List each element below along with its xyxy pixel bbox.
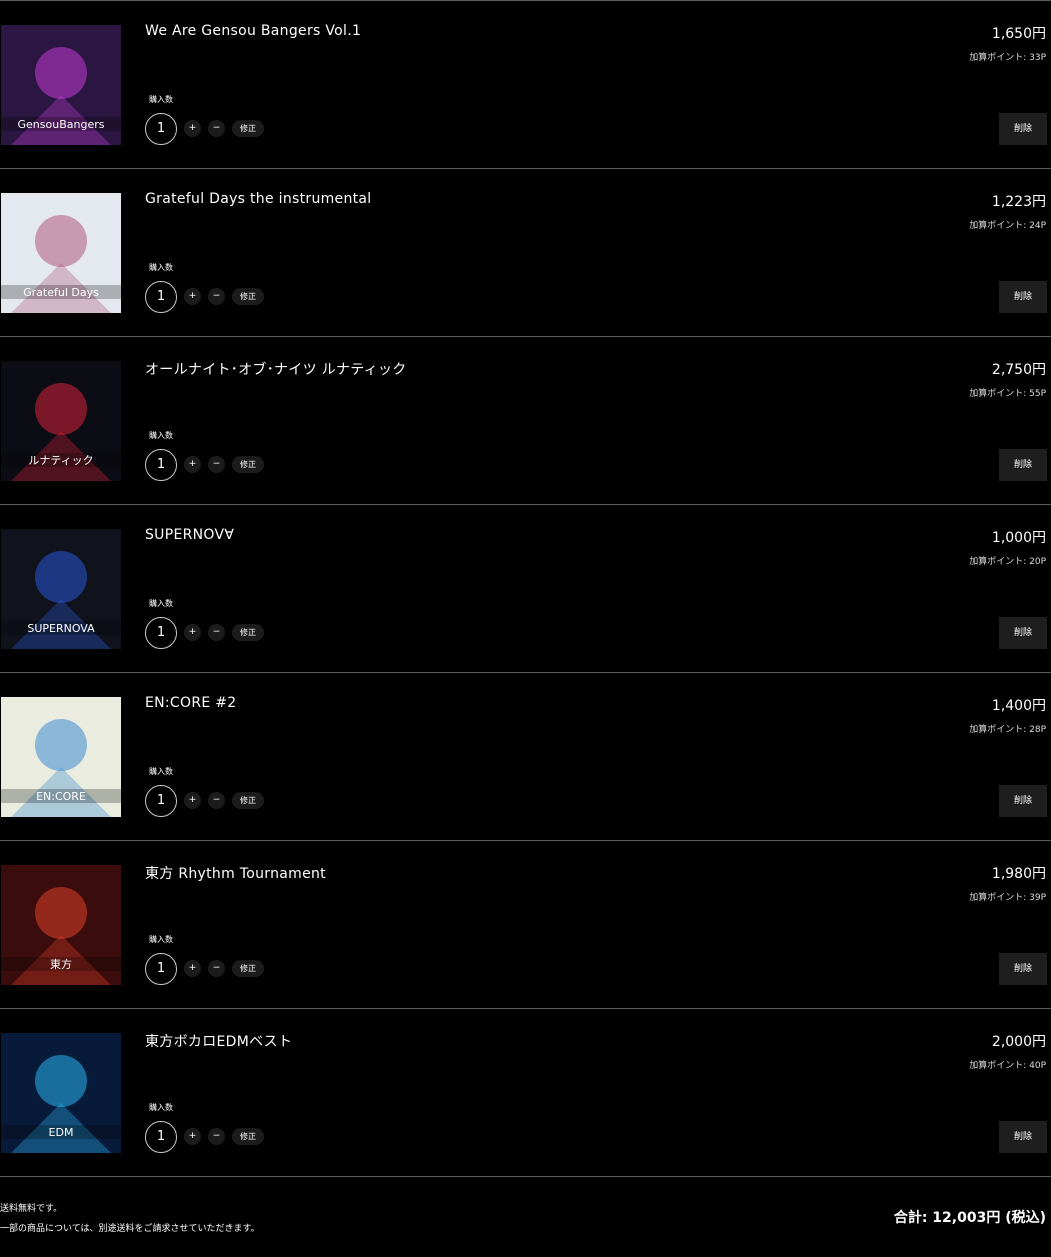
delete-item-button[interactable]: 削除 [999, 785, 1047, 817]
album-cover-text: GensouBangers [18, 118, 105, 131]
album-cover-art: SUPERNOVA [1, 529, 121, 649]
quantity-increase-button[interactable]: + [184, 960, 201, 977]
quantity-increase-button[interactable]: + [184, 792, 201, 809]
cart-item: 東方 東方 Rhythm Tournament 1,980円 加算ポイント: 3… [0, 841, 1051, 1009]
reward-points: 加算ポイント: 39P [969, 893, 1046, 903]
product-title[interactable]: Grateful Days the instrumental [145, 191, 372, 207]
cart-item: Grateful Days Grateful Days the instrume… [0, 169, 1051, 337]
update-quantity-button[interactable]: 修正 [232, 792, 264, 809]
reward-points: 加算ポイント: 24P [969, 221, 1046, 231]
album-cover-text: SUPERNOVA [27, 622, 95, 635]
product-price: 2,000円 [991, 1034, 1046, 1050]
album-cover-art: 東方 [1, 865, 121, 985]
quantity-increase-button[interactable]: + [184, 120, 201, 137]
quantity-increase-button[interactable]: + [184, 624, 201, 641]
cart-item: EDM 東方ボカロEDMベスト 2,000円 加算ポイント: 40P 購入数 +… [0, 1009, 1051, 1177]
cart-items: GensouBangers We Are Gensou Bangers Vol.… [0, 1, 1051, 1177]
quantity-increase-button[interactable]: + [184, 288, 201, 305]
album-cover-text: 東方 [50, 957, 72, 971]
album-cover-art: ルナティック [1, 361, 121, 481]
album-cover-art: GensouBangers [1, 25, 121, 145]
cart-item: SUPERNOVA SUPERNOV∀ 1,000円 加算ポイント: 20P 購… [0, 505, 1051, 673]
album-cover[interactable]: SUPERNOVA [1, 529, 121, 649]
delete-item-button[interactable]: 削除 [999, 617, 1047, 649]
delete-item-button[interactable]: 削除 [999, 1121, 1047, 1153]
cart-footer: 送料無料です。 一部の商品については、別途送料をご請求させていただきます。 合計… [0, 1177, 1051, 1255]
album-cover[interactable]: Grateful Days [1, 193, 121, 313]
product-price: 1,980円 [991, 866, 1046, 882]
quantity-decrease-button[interactable]: − [208, 792, 225, 809]
album-cover-text: Grateful Days [23, 286, 99, 299]
quantity-input[interactable] [145, 1121, 177, 1153]
product-title[interactable]: オールナイト･オブ･ナイツ ルナティック [145, 359, 407, 379]
reward-points: 加算ポイント: 55P [969, 389, 1046, 399]
update-quantity-button[interactable]: 修正 [232, 960, 264, 977]
quantity-decrease-button[interactable]: − [208, 1128, 225, 1145]
quantity-increase-button[interactable]: + [184, 1128, 201, 1145]
delete-item-button[interactable]: 削除 [999, 281, 1047, 313]
shipping-note: 送料無料です。 [0, 1204, 63, 1214]
delete-item-button[interactable]: 削除 [999, 449, 1047, 481]
product-title[interactable]: SUPERNOV∀ [145, 527, 234, 543]
reward-points: 加算ポイント: 33P [969, 53, 1046, 63]
quantity-label: 購入数 [149, 935, 173, 944]
reward-points: 加算ポイント: 40P [969, 1061, 1046, 1071]
quantity-input[interactable] [145, 785, 177, 817]
update-quantity-button[interactable]: 修正 [232, 1128, 264, 1145]
album-cover[interactable]: GensouBangers [1, 25, 121, 145]
update-quantity-button[interactable]: 修正 [232, 120, 264, 137]
product-price: 1,650円 [991, 26, 1046, 42]
quantity-decrease-button[interactable]: − [208, 960, 225, 977]
album-cover-text: EDM [49, 1126, 74, 1139]
quantity-decrease-button[interactable]: − [208, 456, 225, 473]
quantity-label: 購入数 [149, 95, 173, 104]
album-cover-text: ルナティック [28, 454, 93, 467]
update-quantity-button[interactable]: 修正 [232, 288, 264, 305]
product-title[interactable]: 東方ボカロEDMベスト [145, 1031, 292, 1051]
quantity-decrease-button[interactable]: − [208, 624, 225, 641]
cart-item: EN:CORE EN:CORE #2 1,400円 加算ポイント: 28P 購入… [0, 673, 1051, 841]
quantity-label: 購入数 [149, 431, 173, 440]
quantity-label: 購入数 [149, 599, 173, 608]
quantity-increase-button[interactable]: + [184, 456, 201, 473]
album-cover-art: EDM [1, 1033, 121, 1153]
update-quantity-button[interactable]: 修正 [232, 456, 264, 473]
album-cover[interactable]: 東方 [1, 865, 121, 985]
quantity-decrease-button[interactable]: − [208, 288, 225, 305]
update-quantity-button[interactable]: 修正 [232, 624, 264, 641]
product-title[interactable]: 東方 Rhythm Tournament [145, 863, 326, 883]
quantity-input[interactable] [145, 113, 177, 145]
reward-points: 加算ポイント: 20P [969, 557, 1046, 567]
quantity-label: 購入数 [149, 263, 173, 272]
quantity-input[interactable] [145, 449, 177, 481]
cart-item: ルナティック オールナイト･オブ･ナイツ ルナティック 2,750円 加算ポイン… [0, 337, 1051, 505]
quantity-label: 購入数 [149, 767, 173, 776]
cart-list: GensouBangers We Are Gensou Bangers Vol.… [0, 0, 1051, 1255]
album-cover[interactable]: EN:CORE [1, 697, 121, 817]
product-title[interactable]: EN:CORE #2 [145, 695, 237, 711]
album-cover-art: Grateful Days [1, 193, 121, 313]
product-price: 1,223円 [991, 194, 1046, 210]
product-title[interactable]: We Are Gensou Bangers Vol.1 [145, 23, 361, 39]
album-cover-art: EN:CORE [1, 697, 121, 817]
album-cover-text: EN:CORE [36, 790, 86, 803]
product-price: 1,400円 [991, 698, 1046, 714]
order-total: 合計: 12,003円 (税込) [893, 1210, 1046, 1226]
reward-points: 加算ポイント: 28P [969, 725, 1046, 735]
delete-item-button[interactable]: 削除 [999, 953, 1047, 985]
quantity-input[interactable] [145, 281, 177, 313]
quantity-label: 購入数 [149, 1103, 173, 1112]
album-cover[interactable]: EDM [1, 1033, 121, 1153]
product-price: 1,000円 [991, 530, 1046, 546]
delete-item-button[interactable]: 削除 [999, 113, 1047, 145]
quantity-input[interactable] [145, 953, 177, 985]
quantity-input[interactable] [145, 617, 177, 649]
cart-item: GensouBangers We Are Gensou Bangers Vol.… [0, 1, 1051, 169]
quantity-decrease-button[interactable]: − [208, 120, 225, 137]
shipping-extra-note: 一部の商品については、別途送料をご請求させていただきます。 [0, 1224, 260, 1234]
product-price: 2,750円 [991, 362, 1046, 378]
album-cover[interactable]: ルナティック [1, 361, 121, 481]
